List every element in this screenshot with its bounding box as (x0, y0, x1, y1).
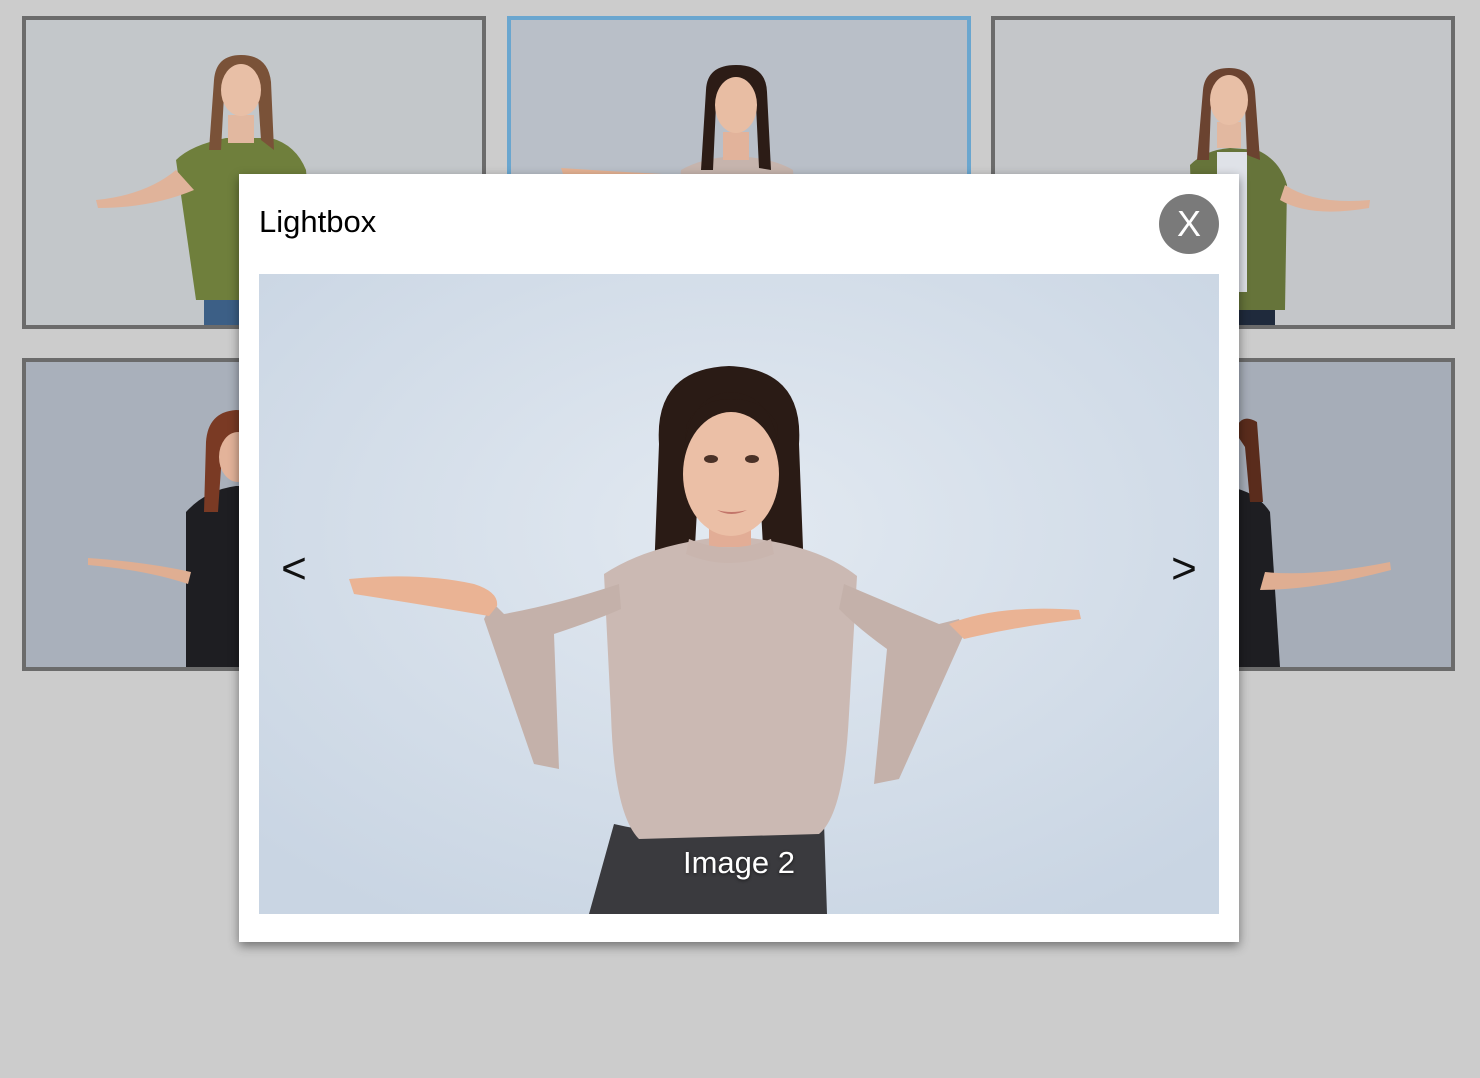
lightbox-image: < > Image 2 (259, 274, 1219, 914)
gallery-page: Lightbox X < > Image 2 (0, 0, 1480, 1078)
lightbox-modal: Lightbox X < > Image 2 (239, 174, 1239, 942)
lightbox-prev-button[interactable]: < (274, 544, 314, 594)
lightbox-title: Lightbox (259, 204, 377, 239)
lightbox-caption: Image 2 (682, 845, 795, 880)
lightbox-next-button[interactable]: > (1164, 544, 1204, 594)
lightbox-photo-woman-beige-sweater (259, 274, 1219, 914)
lightbox-close-button[interactable]: X (1159, 194, 1219, 254)
